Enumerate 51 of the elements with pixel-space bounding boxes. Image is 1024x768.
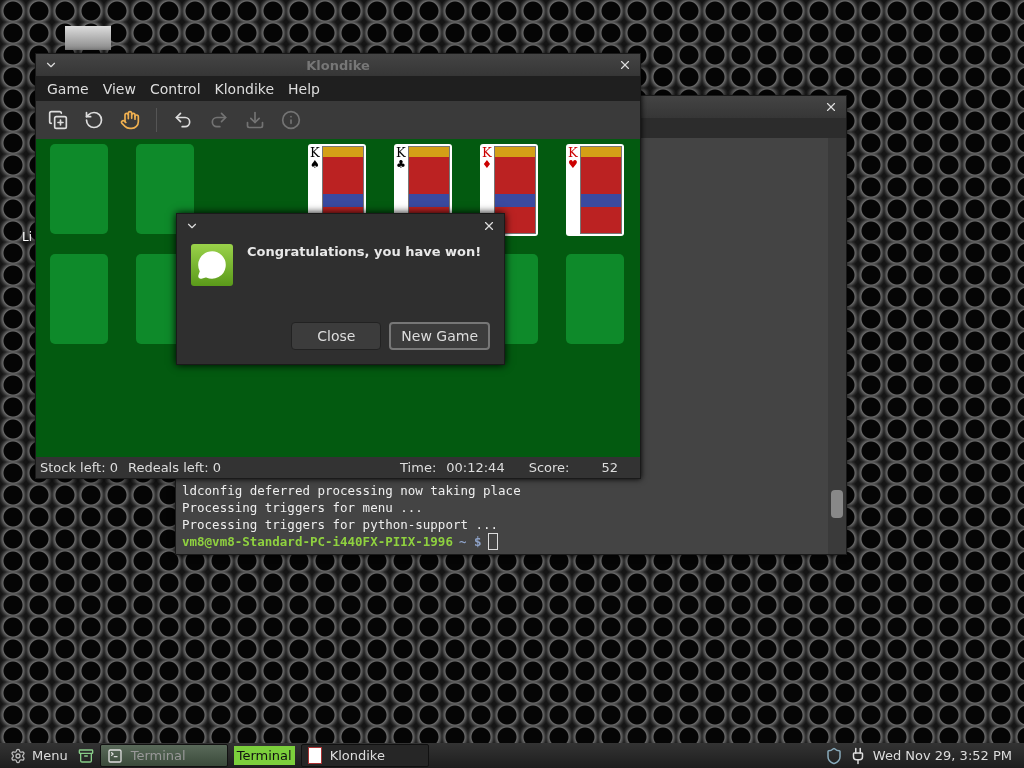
info-speech-icon — [191, 244, 233, 286]
scroll-thumb[interactable] — [831, 490, 843, 518]
card-rank: K — [396, 146, 406, 159]
card-icon — [307, 747, 322, 764]
terminal-line: Processing triggers for menu ... — [182, 499, 424, 516]
card-suit: ♣ — [396, 159, 406, 170]
menu-item[interactable]: View — [95, 80, 143, 97]
text-cursor — [487, 533, 498, 550]
close-icon[interactable] — [618, 58, 632, 72]
hand-icon[interactable] — [120, 110, 140, 130]
menu-item[interactable]: Help — [281, 80, 327, 97]
redeals-count: Redeals left: 0 — [127, 460, 221, 475]
terminal-line: ldconfig deferred processing now taking place — [182, 482, 522, 499]
stock-count: Stock left: 0 — [40, 460, 118, 475]
king-card[interactable]: K ♥ — [566, 144, 624, 236]
score-value: 52 — [601, 460, 618, 475]
menu-item[interactable]: Control — [142, 80, 208, 97]
menu-button[interactable]: Menu — [6, 747, 72, 764]
window-title: Klondike — [306, 57, 370, 73]
prompt-path: ~ $ — [458, 533, 482, 550]
gear-icon — [10, 747, 26, 764]
terminal-icon[interactable] — [106, 747, 123, 764]
desktop-icon[interactable] — [65, 26, 111, 50]
desktop-icon-label[interactable]: Li — [22, 230, 33, 244]
card-suit: ♠ — [310, 159, 320, 170]
card-suit: ♥ — [568, 159, 578, 170]
shield-icon[interactable] — [824, 746, 843, 765]
time-label: Time: — [400, 460, 437, 475]
dialog-message: Congratulations, you have won! — [247, 244, 482, 261]
taskbar-button[interactable]: Klondike — [300, 744, 429, 767]
dialog-button[interactable]: New Game — [389, 322, 490, 350]
undo-icon[interactable] — [173, 110, 193, 130]
menu-item[interactable]: Game — [40, 80, 96, 97]
score-label: Score: — [528, 460, 570, 475]
card-rank: K — [310, 146, 320, 159]
close-icon[interactable] — [824, 100, 838, 114]
card-rank: K — [568, 146, 578, 159]
tooltip: Terminal — [233, 746, 295, 765]
scrollbar[interactable] — [828, 138, 846, 554]
terminal-line: Processing triggers for python-support ... — [182, 516, 500, 533]
card-suit: ♦ — [482, 159, 492, 170]
file-cabinet-icon[interactable] — [77, 747, 94, 764]
close-icon[interactable] — [482, 219, 496, 233]
time-value: 00:12:44 — [446, 460, 505, 475]
dialog-button[interactable]: Close — [291, 322, 382, 350]
new-game-icon[interactable] — [48, 110, 68, 130]
prompt-user: vm8@vm8-Standard-PC-i440FX-PIIX-1996 — [182, 533, 453, 550]
restart-icon[interactable] — [84, 110, 104, 130]
menu-item[interactable]: Klondike — [207, 80, 282, 97]
card-rank: K — [482, 146, 492, 159]
clock[interactable]: Wed Nov 29, 3:52 PM — [872, 748, 1018, 763]
